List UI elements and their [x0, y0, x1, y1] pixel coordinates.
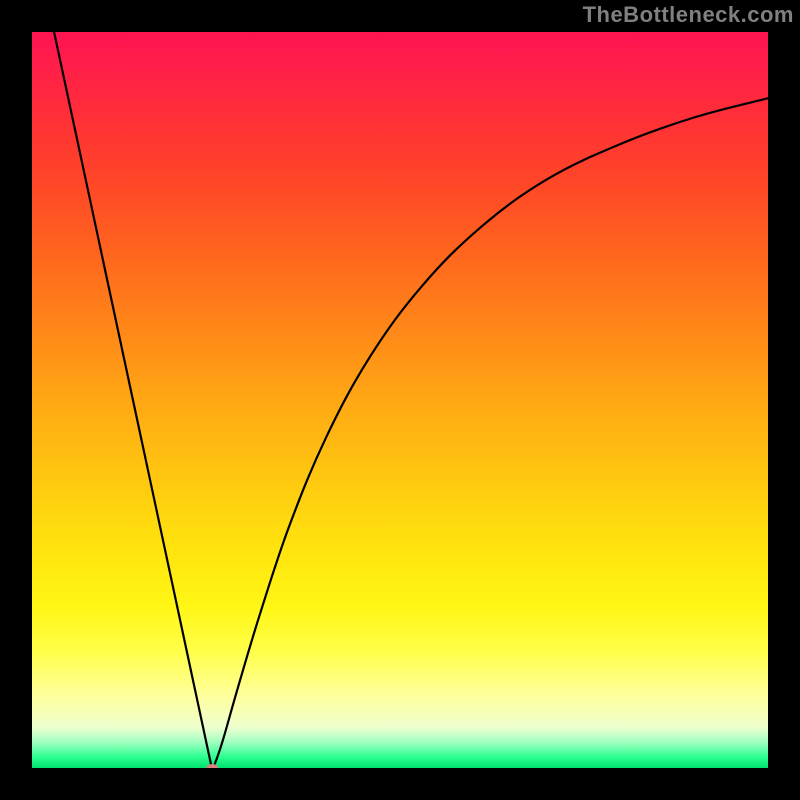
watermark-text: TheBottleneck.com [583, 2, 794, 28]
plot-area [32, 32, 768, 768]
chart-background [32, 32, 768, 768]
chart-frame: TheBottleneck.com [0, 0, 800, 800]
chart-svg [32, 32, 768, 768]
